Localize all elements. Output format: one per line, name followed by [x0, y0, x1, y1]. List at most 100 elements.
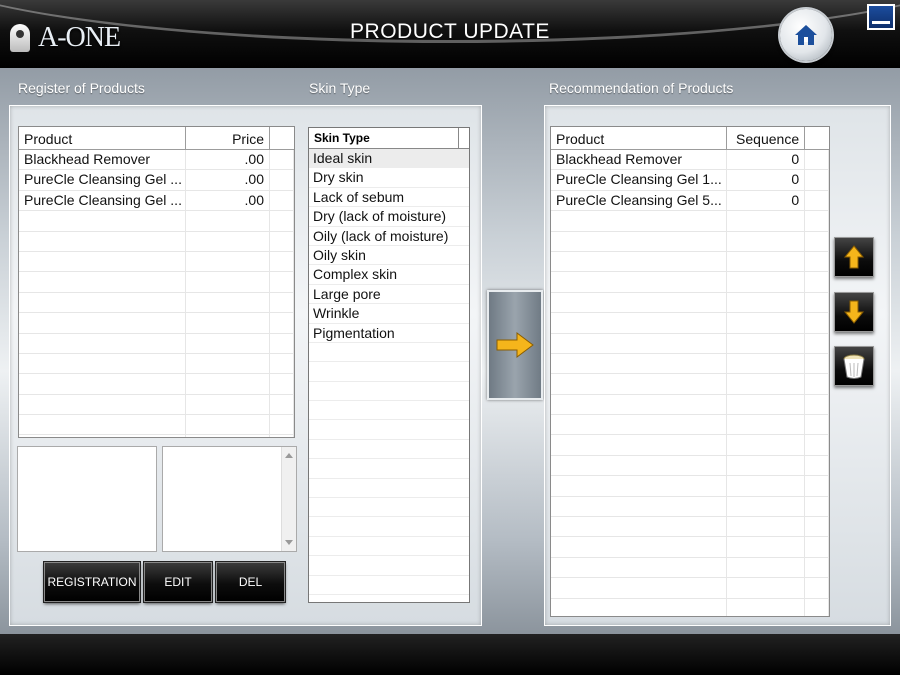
trash-icon [843, 354, 865, 379]
arrow-down-icon [843, 300, 865, 324]
skin-type-item[interactable]: Oily (lack of moisture) [309, 227, 469, 246]
empty-row [309, 420, 469, 440]
move-up-button[interactable] [834, 237, 874, 277]
sequence-cell: 0 [727, 170, 806, 190]
empty-row [19, 435, 294, 437]
table-row[interactable]: PureCle Cleansing Gel ... .00 [19, 170, 294, 191]
empty-row [551, 394, 829, 416]
empty-row [19, 374, 294, 395]
skin-type-item[interactable]: Wrinkle [309, 304, 469, 324]
empty-row [551, 272, 829, 293]
empty-row [19, 313, 294, 334]
skin-type-item[interactable]: Complex skin [309, 265, 469, 285]
registration-button[interactable]: REGISTRATION [44, 562, 140, 602]
empty-row [309, 362, 469, 382]
table-row[interactable]: PureCle Cleansing Gel ... .00 [19, 190, 294, 212]
column-header-sequence[interactable]: Sequence [727, 127, 806, 149]
skin-type-item[interactable]: Dry skin [309, 168, 469, 188]
empty-row [551, 251, 829, 273]
recommendation-section-label: Recommendation of Products [549, 80, 734, 96]
delete-button[interactable]: DEL [216, 562, 285, 602]
table-row[interactable]: Blackhead Remover 0 [551, 150, 829, 171]
arrow-up-icon [843, 245, 865, 269]
empty-row [551, 476, 829, 497]
empty-row [551, 496, 829, 518]
arrow-right-icon [496, 332, 534, 358]
product-name-cell: PureCle Cleansing Gel ... [19, 190, 186, 211]
register-products-table[interactable]: Product Price Blackhead Remover .00 Pure… [18, 126, 295, 438]
empty-row [19, 211, 294, 232]
skin-type-item[interactable]: Lack of sebum [309, 188, 469, 208]
skin-type-section-label: Skin Type [309, 80, 371, 96]
empty-row [19, 292, 294, 314]
table-header: Product Sequence [551, 127, 829, 150]
empty-row [551, 435, 829, 456]
empty-row [551, 537, 829, 558]
product-description-textarea[interactable] [162, 446, 297, 552]
logo-text: A-ONE [38, 22, 121, 53]
home-button[interactable] [780, 9, 832, 61]
skin-type-item[interactable]: Dry (lack of moisture) [309, 207, 469, 227]
edit-button[interactable]: EDIT [144, 562, 212, 602]
skin-type-item[interactable]: Pigmentation [309, 324, 469, 343]
price-cell: .00 [186, 150, 270, 170]
empty-row [309, 576, 469, 595]
scroll-up-icon[interactable] [285, 453, 293, 458]
skin-type-item[interactable]: Ideal skin [309, 149, 469, 169]
recommendation-products-table[interactable]: Product Sequence Blackhead Remover 0 Pur… [550, 126, 830, 617]
table-row[interactable]: Blackhead Remover .00 [19, 150, 294, 171]
product-name-cell: PureCle Cleansing Gel ... [19, 170, 186, 190]
empty-row [551, 415, 829, 436]
sequence-cell: 0 [727, 190, 806, 211]
app-logo: A-ONE [10, 18, 121, 58]
column-header-skin-type[interactable]: Skin Type [309, 128, 459, 148]
minimize-button[interactable] [867, 4, 895, 30]
column-header-product[interactable]: Product [19, 127, 186, 149]
empty-row [309, 343, 469, 363]
empty-row [551, 557, 829, 579]
empty-row [309, 556, 469, 576]
empty-row [309, 401, 469, 421]
product-image-box [17, 446, 157, 552]
column-header-spacer [270, 127, 294, 149]
product-name-cell: Blackhead Remover [551, 150, 727, 170]
empty-row [309, 517, 469, 537]
add-recommendation-button[interactable] [487, 290, 543, 400]
empty-row [309, 459, 469, 479]
skin-type-header: Skin Type [309, 128, 469, 149]
empty-row [19, 333, 294, 354]
empty-row [19, 415, 294, 436]
empty-row [551, 231, 829, 252]
sequence-cell: 0 [727, 150, 806, 170]
empty-row [309, 498, 469, 518]
empty-row [551, 455, 829, 477]
scroll-down-icon[interactable] [285, 540, 293, 545]
empty-row [551, 578, 829, 599]
empty-row [551, 292, 829, 314]
spacer-cell [270, 190, 294, 211]
skin-type-list[interactable]: Skin Type Ideal skin Dry skin Lack of se… [308, 127, 470, 603]
empty-row [551, 374, 829, 395]
empty-row [19, 231, 294, 252]
table-row[interactable]: PureCle Cleansing Gel 1... 0 [551, 170, 829, 191]
empty-row [19, 394, 294, 416]
column-header-product[interactable]: Product [551, 127, 727, 149]
home-icon [795, 25, 817, 45]
empty-row [551, 333, 829, 354]
empty-row [551, 313, 829, 334]
description-scrollbar[interactable] [281, 447, 296, 551]
footer-bar [0, 634, 900, 675]
column-header-price[interactable]: Price [186, 127, 270, 149]
delete-recommendation-button[interactable] [834, 346, 874, 386]
price-cell: .00 [186, 170, 270, 190]
empty-row [19, 353, 294, 375]
table-row[interactable]: PureCle Cleansing Gel 5... 0 [551, 190, 829, 212]
product-name-cell: Blackhead Remover [19, 150, 186, 170]
skin-type-item[interactable]: Oily skin [309, 246, 469, 266]
register-section-label: Register of Products [18, 80, 145, 96]
empty-row [551, 353, 829, 375]
empty-row [309, 479, 469, 499]
move-down-button[interactable] [834, 292, 874, 332]
empty-row [309, 537, 469, 557]
skin-type-item[interactable]: Large pore [309, 285, 469, 305]
